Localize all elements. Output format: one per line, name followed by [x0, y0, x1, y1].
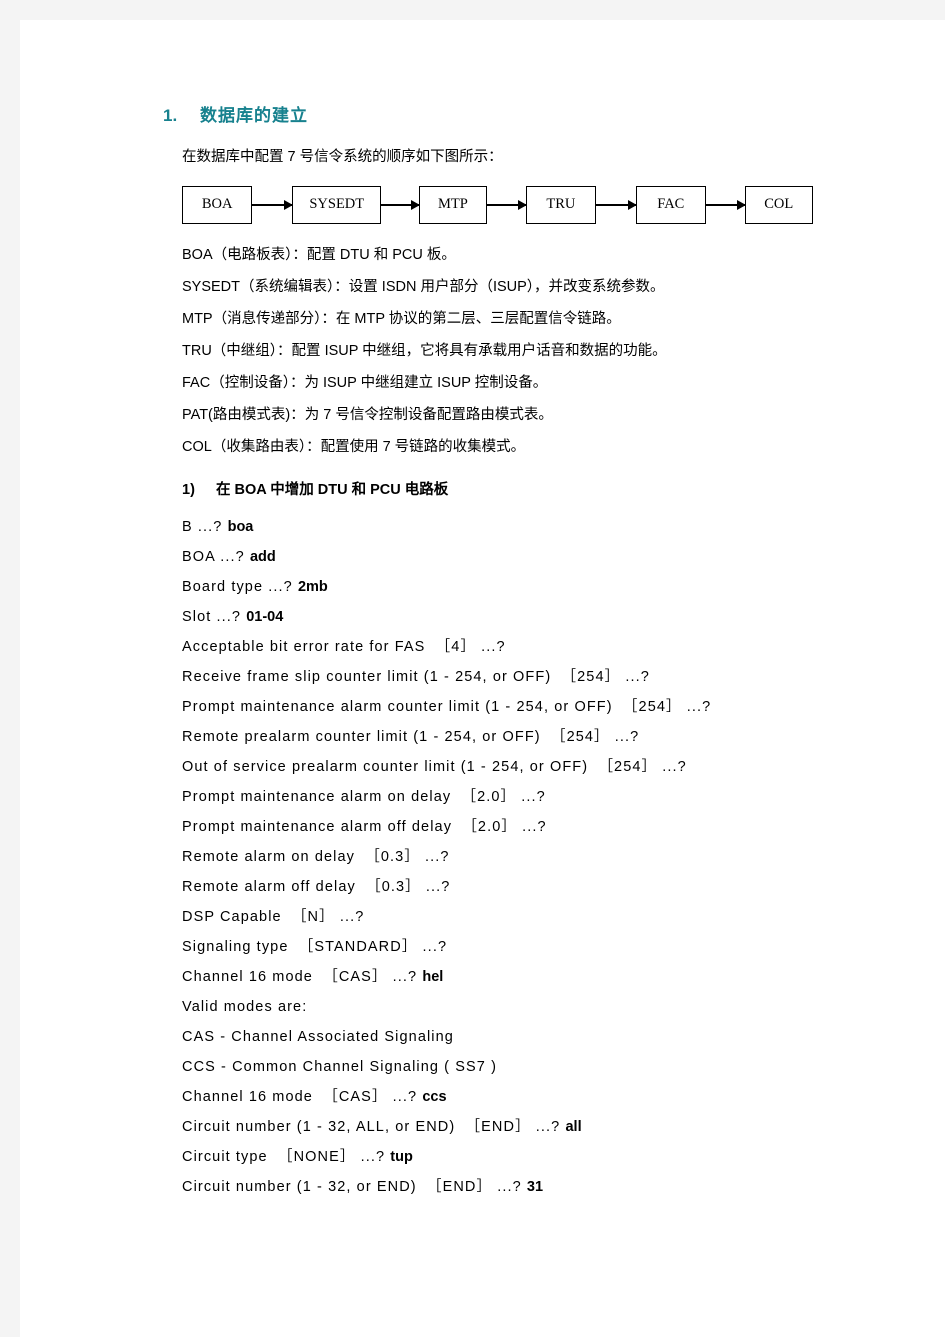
- cli-answer: 2mb: [297, 579, 328, 595]
- cli-prompt: Remote prealarm counter limit (1 - 254, …: [182, 729, 640, 745]
- cli-prompt: Signaling type ［STANDARD］ ...?: [182, 939, 448, 955]
- cli-line: BOA ...? add: [182, 547, 813, 568]
- description-line: TRU（中继组）：配置 ISUP 中继组，它将具有承载用户话音和数据的功能。: [182, 343, 667, 359]
- description-line: SYSEDT（系统编辑表）：设置 ISDN 用户部分（ISUP），并改变系统参数…: [182, 279, 665, 295]
- cli-line: Receive frame slip counter limit (1 - 25…: [182, 667, 813, 688]
- flow-arrow: [252, 199, 294, 210]
- cli-prompt: Prompt maintenance alarm off delay ［2.0］…: [182, 819, 547, 835]
- cli-line: Channel 16 mode ［CAS］ ...? hel: [182, 967, 813, 988]
- cli-answer: boa: [227, 519, 254, 535]
- cli-prompt: Channel 16 mode ［CAS］ ...?: [182, 969, 423, 985]
- description-line: PAT(路由模式表)：为 7 号信令控制设备配置路由模式表。: [182, 407, 553, 423]
- cli-answer: hel: [422, 969, 444, 985]
- cli-line: Channel 16 mode ［CAS］ ...? ccs: [182, 1087, 813, 1108]
- cli-line: Signaling type ［STANDARD］ ...?: [182, 937, 813, 958]
- description-line: FAC（控制设备）：为 ISUP 中继组建立 ISUP 控制设备。: [182, 375, 548, 391]
- cli-line: Remote alarm on delay ［0.3］ ...?: [182, 847, 813, 868]
- flow-arrow: [705, 199, 746, 210]
- flow-box-fac: FAC: [636, 185, 706, 224]
- flow-arrow: [486, 199, 527, 210]
- cli-line: Out of service prealarm counter limit (1…: [182, 757, 813, 778]
- cli-line: Board type ...? 2mb: [182, 577, 813, 598]
- page-title-text: 数据库的建立: [200, 106, 308, 125]
- cli-prompt: CAS - Channel Associated Signaling: [182, 1029, 454, 1045]
- flow-box-sysedt: SYSEDT: [292, 185, 382, 224]
- section-subheading: 1) 在 BOA 中增加 DTU 和 PCU 电路板: [182, 480, 813, 501]
- cli-prompt: Board type ...?: [182, 579, 298, 595]
- cli-line: CAS - Channel Associated Signaling: [182, 1027, 813, 1048]
- cli-prompt: Circuit number (1 - 32, or END) ［END］ ..…: [182, 1179, 527, 1195]
- page-title-number: 1.: [163, 106, 178, 125]
- cli-line: Slot ...? 01-04: [182, 607, 813, 628]
- cli-prompt: BOA ...?: [182, 549, 250, 565]
- cli-line: Remote alarm off delay ［0.3］ ...?: [182, 877, 813, 898]
- cli-line: Prompt maintenance alarm off delay ［2.0］…: [182, 817, 813, 838]
- cli-prompt: Remote alarm on delay ［0.3］ ...?: [182, 849, 450, 865]
- cli-line: Valid modes are:: [182, 997, 813, 1018]
- cli-answer: add: [249, 549, 276, 565]
- cli-prompt: Channel 16 mode ［CAS］ ...?: [182, 1089, 423, 1105]
- cli-answer: tup: [390, 1149, 413, 1165]
- cli-answer: 31: [526, 1179, 544, 1195]
- flow-box-boa: BOA: [182, 185, 253, 224]
- cli-prompt: Remote alarm off delay ［0.3］ ...?: [182, 879, 451, 895]
- cli-prompt: DSP Capable ［N］ ...?: [182, 909, 365, 925]
- cli-line: Circuit number (1 - 32, or END) ［END］ ..…: [182, 1177, 813, 1198]
- cli-prompt: Receive frame slip counter limit (1 - 25…: [182, 669, 650, 685]
- flow-box-mtp: MTP: [419, 185, 487, 224]
- cli-answer: 01-04: [246, 609, 284, 625]
- cli-transcript: B ...? boa BOA ...? add Board type ...? 2m…: [163, 517, 813, 1198]
- description-line: BOA（电路板表）：配置 DTU 和 PCU 板。: [182, 247, 456, 263]
- cli-prompt: CCS - Common Channel Signaling ( SS7 ): [182, 1059, 497, 1075]
- cli-prompt: Circuit type ［NONE］ ...?: [182, 1149, 391, 1165]
- flow-box-tru: TRU: [525, 185, 597, 224]
- cli-line: B ...? boa: [182, 517, 813, 538]
- cli-line: Prompt maintenance alarm on delay ［2.0］ …: [182, 787, 813, 808]
- cli-prompt: Slot ...?: [182, 609, 247, 625]
- flow-box-col: COL: [744, 185, 813, 224]
- flow-diagram: BOA SYSEDT MTP TRU FAC COL: [182, 182, 813, 227]
- cli-line: CCS - Common Channel Signaling ( SS7 ): [182, 1057, 813, 1078]
- description-line: COL（收集路由表）：配置使用 7 号链路的收集模式。: [182, 439, 526, 455]
- cli-answer: ccs: [422, 1089, 447, 1105]
- cli-prompt: Out of service prealarm counter limit (1…: [182, 759, 687, 775]
- subheading-text: 在 BOA 中增加 DTU 和 PCU 电路板: [216, 482, 449, 498]
- cli-prompt: Valid modes are:: [182, 999, 308, 1015]
- flow-arrow: [596, 199, 638, 210]
- cli-line: Remote prealarm counter limit (1 - 254, …: [182, 727, 813, 748]
- cli-line: Circuit type ［NONE］ ...? tup: [182, 1147, 813, 1168]
- cli-prompt: Circuit number (1 - 32, ALL, or END) ［EN…: [182, 1119, 566, 1135]
- subheading-number: 1): [182, 482, 195, 498]
- cli-line: Circuit number (1 - 32, ALL, or END) ［EN…: [182, 1117, 813, 1138]
- cli-prompt: B ...?: [182, 519, 228, 535]
- flow-arrow: [381, 199, 421, 210]
- cli-prompt: Prompt maintenance alarm counter limit (…: [182, 699, 712, 715]
- intro-paragraph: 在数据库中配置 7 号信令系统的顺序如下图所示：: [182, 149, 503, 165]
- document-content: 1. 数据库的建立 在数据库中配置 7 号信令系统的顺序如下图所示： BOA SY…: [163, 105, 813, 1207]
- cli-prompt: Prompt maintenance alarm on delay ［2.0］ …: [182, 789, 546, 805]
- cli-line: DSP Capable ［N］ ...?: [182, 907, 813, 928]
- cli-line: Prompt maintenance alarm counter limit (…: [182, 697, 813, 718]
- page-title: 1. 数据库的建立: [163, 105, 813, 127]
- cli-answer: all: [565, 1119, 582, 1135]
- cli-prompt: Acceptable bit error rate for FAS ［4］ ..…: [182, 639, 506, 655]
- description-line: MTP（消息传递部分）：在 MTP 协议的第二层、三层配置信令链路。: [182, 311, 621, 327]
- document-page: 1. 数据库的建立 在数据库中配置 7 号信令系统的顺序如下图所示： BOA SY…: [20, 20, 945, 1337]
- cli-line: Acceptable bit error rate for FAS ［4］ ..…: [182, 637, 813, 658]
